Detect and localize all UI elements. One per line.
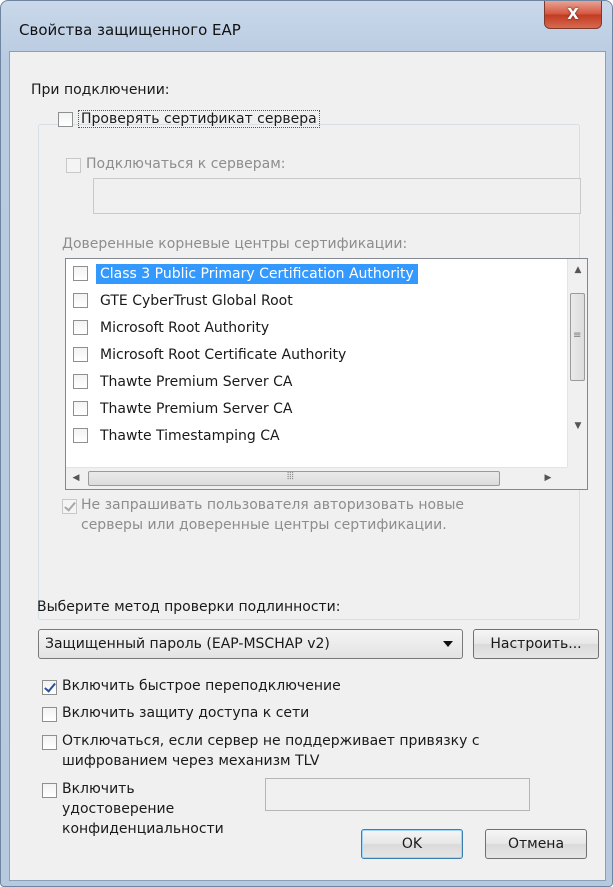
vertical-scroll-thumb[interactable]: ≡	[570, 293, 585, 381]
ca-item-label: Microsoft Root Authority	[100, 320, 270, 336]
ca-list-item[interactable]: Thawte Premium Server CA	[66, 369, 546, 395]
ca-item-label: Thawte Timestamping CA	[100, 428, 280, 444]
grip-icon: ⦙⦙⦙	[287, 471, 294, 482]
auth-method-value: Защищенный пароль (EAP-MSCHAP v2)	[45, 636, 330, 652]
ca-list-item[interactable]: Thawte Timestamping CA	[66, 423, 546, 449]
auth-method-select[interactable]: Защищенный пароль (EAP-MSCHAP v2)	[38, 629, 463, 659]
ca-item-checkbox[interactable]	[73, 293, 88, 308]
trusted-roots-label: Доверенные корневые центры сертификации:	[62, 236, 408, 252]
no-prompt-label-line1: Не запрашивать пользователя авторизовать…	[81, 497, 465, 513]
cancel-button[interactable]: Отмена	[485, 829, 587, 859]
fast-reconnect-checkbox[interactable]	[42, 680, 57, 695]
identity-input[interactable]	[265, 778, 530, 811]
ca-list-item[interactable]: Microsoft Root Certificate Authority	[66, 342, 546, 368]
ca-item-checkbox[interactable]	[73, 374, 88, 389]
ca-list-item[interactable]: Microsoft Root Authority	[66, 315, 546, 341]
connect-servers-label: Подключаться к серверам:	[86, 156, 286, 172]
ca-list-item[interactable]: Thawte Premium Server CA	[66, 396, 546, 422]
ca-vertical-scrollbar[interactable]: ▲ ≡ ▼	[567, 259, 587, 467]
auth-method-label: Выберите метод проверки подлинности:	[37, 599, 341, 615]
identity-privacy-label-line2[interactable]: удостоверение	[62, 801, 174, 817]
identity-privacy-checkbox[interactable]	[42, 783, 57, 798]
nap-label[interactable]: Включить защиту доступа к сети	[62, 705, 309, 721]
title-bar[interactable]: Свойства защищенного EAP X	[1, 1, 612, 51]
chevron-down-icon	[443, 641, 453, 647]
close-icon: X	[567, 5, 579, 23]
ca-item-label: GTE CyberTrust Global Root	[100, 293, 293, 309]
ca-item-checkbox[interactable]	[73, 428, 88, 443]
scroll-down-icon[interactable]: ▼	[568, 421, 588, 431]
ca-item-checkbox[interactable]	[73, 266, 88, 281]
verify-cert-checkbox[interactable]	[58, 112, 73, 127]
ca-item-checkbox[interactable]	[73, 401, 88, 416]
window-title: Свойства защищенного EAP	[19, 21, 241, 39]
on-connect-label: При подключении:	[31, 82, 170, 98]
verify-cert-label[interactable]: Проверять сертификат сервера	[78, 110, 320, 128]
configure-button[interactable]: Настроить...	[473, 629, 599, 659]
ca-item-checkbox[interactable]	[73, 320, 88, 335]
scroll-left-icon[interactable]: ◀	[66, 473, 86, 483]
connect-servers-checkbox[interactable]	[66, 158, 81, 173]
identity-privacy-label-line3[interactable]: конфиденциальности	[62, 821, 224, 837]
ca-item-label: Thawte Premium Server CA	[100, 401, 293, 417]
disconnect-tlv-label-line1[interactable]: Отключаться, если сервер не поддерживает…	[62, 733, 480, 749]
identity-privacy-label-line1[interactable]: Включить	[62, 781, 135, 797]
disconnect-tlv-label-line2[interactable]: шифрованием через механизм TLV	[62, 753, 319, 769]
ca-listbox[interactable]: Class 3 Public Primary Certification Aut…	[65, 258, 588, 490]
disconnect-tlv-checkbox[interactable]	[42, 735, 57, 750]
nap-checkbox[interactable]	[42, 707, 57, 722]
dialog-window: Свойства защищенного EAP X При подключен…	[0, 0, 613, 887]
ca-item-label: Thawte Premium Server CA	[100, 374, 293, 390]
grip-icon: ≡	[573, 330, 582, 341]
close-button[interactable]: X	[544, 1, 602, 29]
ca-list-item[interactable]: Class 3 Public Primary Certification Aut…	[66, 261, 546, 287]
ok-button[interactable]: OK	[361, 829, 463, 859]
ca-item-checkbox[interactable]	[73, 347, 88, 362]
no-prompt-label-line2: серверы или доверенные центры сертификац…	[81, 517, 447, 533]
dialog-client-area: При подключении: Проверять сертификат се…	[9, 51, 606, 881]
scroll-up-icon[interactable]: ▲	[568, 265, 588, 275]
fast-reconnect-label[interactable]: Включить быстрое переподключение	[62, 678, 341, 694]
scroll-corner	[567, 467, 587, 489]
no-prompt-checkbox[interactable]	[62, 499, 77, 514]
ca-horizontal-scrollbar[interactable]: ◀ ⦙⦙⦙ ▶	[66, 467, 569, 489]
ca-list-item[interactable]: GTE CyberTrust Global Root	[66, 288, 546, 314]
ca-item-label: Class 3 Public Primary Certification Aut…	[96, 264, 418, 284]
scroll-right-icon[interactable]: ▶	[538, 473, 558, 483]
horizontal-scroll-thumb[interactable]: ⦙⦙⦙	[88, 471, 500, 486]
ca-item-label: Microsoft Root Certificate Authority	[100, 347, 347, 363]
servers-input[interactable]	[93, 178, 581, 214]
